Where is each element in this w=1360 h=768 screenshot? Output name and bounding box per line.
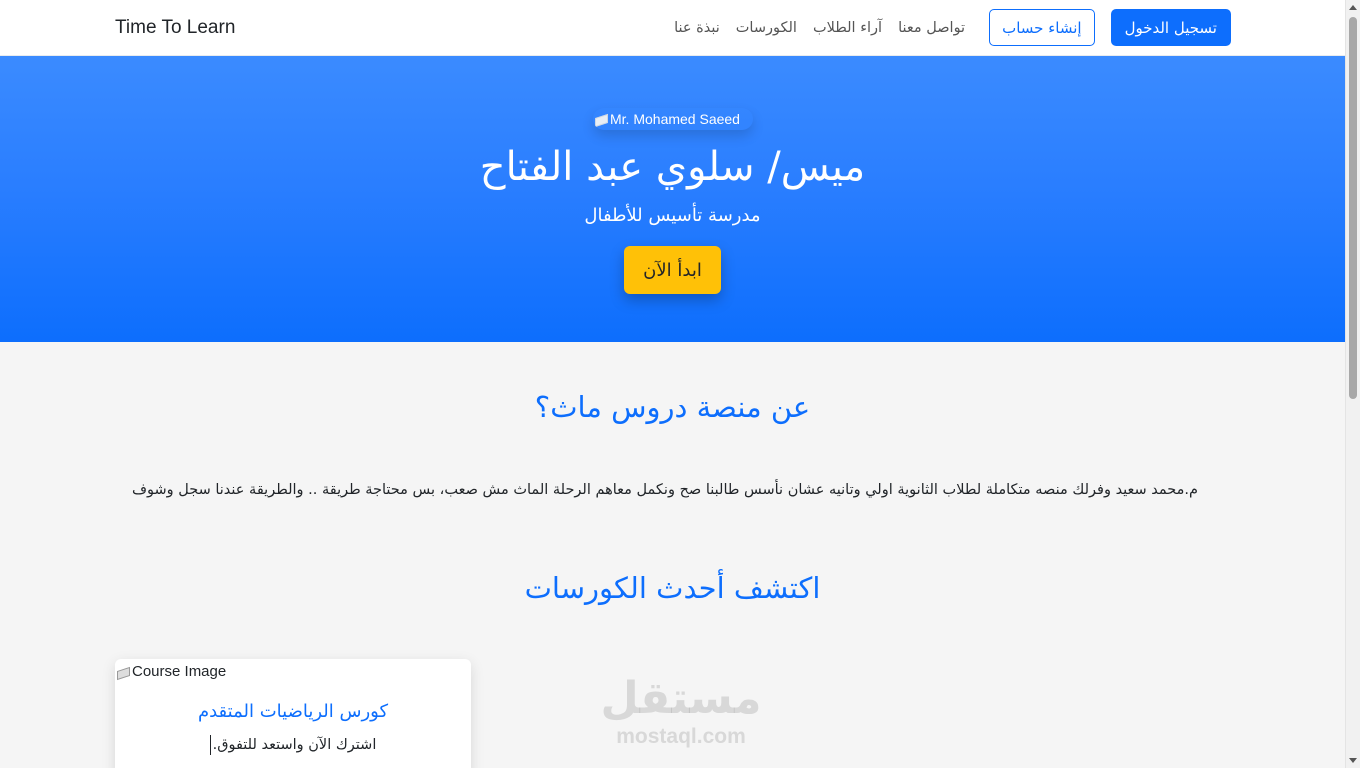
nav-right: تسجيل الدخول إنشاء حساب تواصل معنا آراء … bbox=[666, 9, 1231, 46]
scroll-up-icon[interactable] bbox=[1349, 5, 1357, 10]
mostaql-watermark: مستقل mostaql.com bbox=[596, 672, 766, 748]
course-image-alt: Course Image bbox=[132, 663, 227, 680]
hero-section: Mr. Mohamed Saeed ميس/ سلوي عبد الفتاح م… bbox=[0, 56, 1345, 342]
courses-title: اكتشف أحدث الكورسات bbox=[524, 571, 821, 605]
broken-image-icon bbox=[115, 665, 131, 679]
nav-link-about[interactable]: نبذة عنا bbox=[666, 20, 728, 36]
nav-links: تواصل معنا آراء الطلاب الكورسات نبذة عنا bbox=[666, 20, 973, 36]
about-text: م.محمد سعيد وفرلك منصه متكاملة لطلاب الث… bbox=[131, 482, 1199, 498]
teacher-image-alt: Mr. Mohamed Saeed bbox=[610, 111, 740, 127]
nav-link-courses[interactable]: الكورسات bbox=[728, 20, 805, 36]
broken-image-icon bbox=[593, 112, 609, 126]
watermark-latin: mostaql.com bbox=[616, 725, 746, 748]
course-card[interactable]: Course Image كورس الرياضيات المتقدم اشتر… bbox=[115, 659, 471, 768]
login-button[interactable]: تسجيل الدخول bbox=[1110, 9, 1231, 46]
nav-link-contact[interactable]: تواصل معنا bbox=[890, 20, 973, 36]
course-description-text: اشترك الآن واستعد للتفوق. bbox=[212, 737, 377, 753]
nav-link-testimonials[interactable]: آراء الطلاب bbox=[805, 20, 890, 36]
scrollbar-thumb[interactable] bbox=[1349, 17, 1357, 399]
register-button[interactable]: إنشاء حساب bbox=[989, 9, 1095, 46]
teacher-image: Mr. Mohamed Saeed bbox=[593, 108, 753, 130]
course-image: Course Image bbox=[115, 663, 226, 680]
page-scrollbar[interactable] bbox=[1345, 0, 1360, 768]
brand-logo[interactable]: Time To Learn bbox=[115, 17, 235, 39]
about-title: عن منصة دروس ماث؟ bbox=[534, 390, 811, 424]
hero-subtitle: مدرسة تأسيس للأطفال bbox=[584, 205, 761, 226]
hero-title: ميس/ سلوي عبد الفتاح bbox=[479, 144, 866, 190]
course-title[interactable]: كورس الرياضيات المتقدم bbox=[115, 701, 471, 722]
start-now-button[interactable]: ابدأ الآن bbox=[624, 246, 721, 294]
scroll-down-icon[interactable] bbox=[1349, 758, 1357, 763]
course-description: اشترك الآن واستعد للتفوق. bbox=[115, 735, 471, 755]
text-caret bbox=[209, 735, 211, 755]
watermark-arabic: مستقل bbox=[600, 673, 762, 724]
navbar: Time To Learn تسجيل الدخول إنشاء حساب تو… bbox=[0, 0, 1345, 56]
